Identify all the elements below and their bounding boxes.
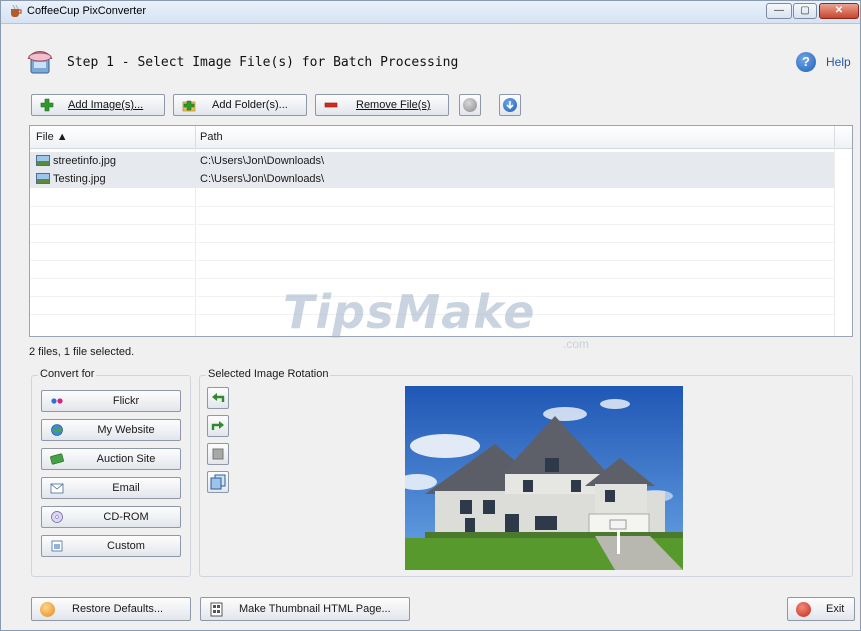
minimize-button[interactable]: — [766,3,792,19]
rotation-label: Selected Image Rotation [206,368,331,380]
email-button[interactable]: Email [41,477,181,499]
add-folder-label: Add Folder(s)... [212,99,288,111]
file-list-header: File ▲ Path [30,126,852,149]
restore-defaults-button[interactable]: Restore Defaults... [31,597,191,621]
arrow-down-icon [503,98,517,112]
auction-site-label: Auction Site [96,453,156,465]
restore-icon [40,602,55,617]
my-website-label: My Website [97,424,155,436]
column-header-path[interactable]: Path [200,131,223,143]
page-title: Step 1 - Select Image File(s) for Batch … [67,55,459,70]
cd-rom-label: CD-ROM [103,511,149,523]
add-images-label: Add Image(s)... [68,99,144,111]
remove-files-button[interactable]: Remove File(s) [315,94,449,116]
image-file-icon [36,173,50,184]
info-icon [463,98,477,112]
coffee-cup-icon [11,4,22,17]
file-name: streetinfo.jpg [53,155,116,167]
move-down-button[interactable] [499,94,521,116]
window-title: CoffeeCup PixConverter [27,5,147,17]
remove-files-label: Remove File(s) [356,99,431,111]
make-thumbnail-label: Make Thumbnail HTML Page... [239,603,391,615]
minimize-icon: — [774,5,784,16]
close-button[interactable]: ✕ [819,3,859,19]
help-label: Help [826,55,851,69]
image-stack-icon [27,51,53,74]
cd-icon [51,511,63,523]
custom-label: Custom [107,540,145,552]
info-button[interactable] [459,94,481,116]
image-file-icon [36,155,50,166]
watermark: TipsMake [283,285,536,339]
rotate-right-icon [211,421,224,430]
add-images-button[interactable]: Add Image(s)... [31,94,165,116]
file-path: C:\Users\Jon\Downloads\ [200,173,325,185]
email-label: Email [112,482,140,494]
restore-defaults-label: Restore Defaults... [72,603,164,615]
make-thumbnail-button[interactable]: Make Thumbnail HTML Page... [200,597,410,621]
custom-settings-icon [51,540,63,552]
minus-icon [324,102,338,108]
file-row[interactable]: Testing.jpg C:\Users\Jon\Downloads\ [30,170,834,188]
help-icon: ? [796,52,816,72]
custom-button[interactable]: Custom [41,535,181,557]
stop-icon [212,448,224,460]
file-name: Testing.jpg [53,173,106,185]
watermark-suffix: .com [563,337,590,351]
column-header-file[interactable]: File ▲ [36,131,68,143]
app-window: CoffeeCup PixConverter — ▢ ✕ Step 1 - Se… [0,0,861,631]
money-icon [50,453,64,465]
copy-image-button[interactable] [207,471,229,493]
exit-button[interactable]: Exit [787,597,855,621]
globe-icon [51,424,63,436]
rotate-left-icon [212,393,225,402]
cd-rom-button[interactable]: CD-ROM [41,506,181,528]
folder-plus-icon [182,100,196,112]
close-icon: ✕ [834,5,844,16]
flickr-label: Flickr [112,395,140,407]
image-preview [405,386,683,570]
exit-label: Exit [826,603,845,615]
status-text: 2 files, 1 file selected. [29,346,135,358]
thumbnail-page-icon [210,602,223,617]
flip-button[interactable] [207,443,229,465]
file-row[interactable]: streetinfo.jpg C:\Users\Jon\Downloads\ [30,152,834,170]
add-folder-button[interactable]: Add Folder(s)... [173,94,307,116]
copy-icon [210,474,226,490]
my-website-button[interactable]: My Website [41,419,181,441]
convert-for-label: Convert for [38,368,97,380]
title-bar: CoffeeCup PixConverter — ▢ ✕ [1,1,860,24]
exit-icon [796,602,811,617]
plus-icon [40,98,54,112]
flickr-icon [51,398,63,404]
maximize-button[interactable]: ▢ [793,3,817,19]
envelope-icon [50,483,64,494]
flickr-button[interactable]: Flickr [41,390,181,412]
rotate-left-button[interactable] [207,387,229,409]
maximize-icon: ▢ [800,5,810,16]
rotate-right-button[interactable] [207,415,229,437]
file-path: C:\Users\Jon\Downloads\ [200,155,325,167]
auction-site-button[interactable]: Auction Site [41,448,181,470]
